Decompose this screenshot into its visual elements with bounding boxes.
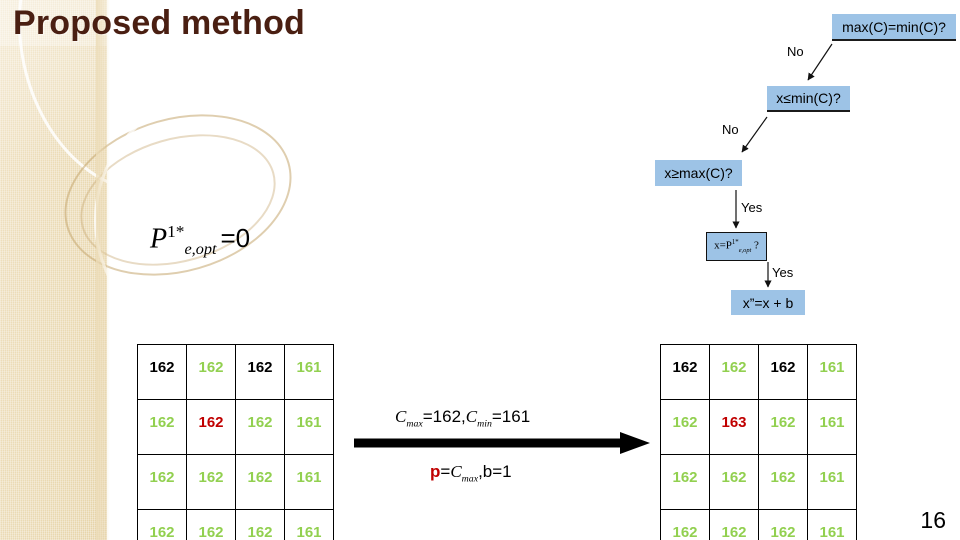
c-max-symbol: C — [395, 407, 407, 426]
table-cell: 162 — [709, 509, 759, 540]
table-row: 162 162 162 161 — [137, 454, 334, 510]
page-title: Proposed method — [13, 4, 306, 42]
table-cell: 162 — [660, 454, 710, 510]
flowchart-box-x-eq-popt-label: x=P1*e,opt ? — [714, 239, 759, 254]
left-math-equals: =0 — [220, 223, 251, 254]
flowchart-box-x-le-min[interactable]: x≤min(C)? — [767, 86, 850, 112]
flowchart-edge-label-no-1: No — [787, 44, 804, 59]
table-cell: 162 — [660, 509, 710, 540]
p-c-subscript: max — [461, 473, 479, 485]
transition-formula-bottom: p=Cmax,b=1 — [430, 462, 512, 484]
table-cell: 161 — [807, 399, 857, 455]
data-table-before-body: 162 162 162 161 162 162 162 161 162 162 162 161 162 1… — [137, 344, 334, 540]
table-row: 162 162 162 161 — [660, 454, 857, 510]
flowchart-box-max-min[interactable]: max(C)=min(C)? — [832, 14, 956, 41]
data-table-before: 162 162 162 161 162 162 162 161 162 162 162 161 162 1… — [137, 344, 334, 540]
table-cell: 162 — [758, 454, 808, 510]
left-math-symbol: P — [150, 223, 168, 255]
c-min-symbol: C — [465, 407, 478, 426]
table-cell: 162 — [186, 509, 236, 540]
flowchart-box-x-eq-popt[interactable]: x=P1*e,opt ? — [706, 232, 767, 261]
left-math-subscript: e,opt — [184, 239, 217, 258]
table-cell: 162 — [137, 509, 187, 540]
table-cell: 162 — [660, 399, 710, 455]
flowchart-box-max-min-label: max(C)=min(C)? — [842, 18, 946, 35]
table-cell: 162 — [137, 454, 187, 510]
table-cell: 162 — [137, 344, 187, 400]
table-cell: 162 — [235, 454, 285, 510]
flowchart-edge-label-yes-1: Yes — [741, 200, 763, 215]
table-cell: 161 — [807, 454, 857, 510]
p-c-symbol: C — [450, 462, 462, 481]
transition-arrow-icon — [354, 432, 650, 454]
flowchart-edge-label-yes-2: Yes — [772, 265, 794, 280]
decorative-arc-2 — [45, 89, 311, 301]
table-cell: 162 — [235, 509, 285, 540]
table-cell: 162 — [235, 399, 285, 455]
table-cell: 162 — [660, 344, 710, 400]
c-max-value: =162, — [422, 407, 466, 426]
decorative-band-fade — [96, 0, 110, 540]
c-min-subscript: min — [477, 418, 492, 430]
table-row: 162 162 162 161 — [137, 344, 334, 400]
p-symbol: p — [430, 462, 441, 481]
table-row: 162 162 162 161 — [660, 509, 857, 540]
left-math-label: P1*e,opt =0 — [150, 222, 250, 259]
table-cell: 161 — [807, 509, 857, 540]
table-cell: 161 — [284, 509, 334, 540]
decorative-arc-4 — [77, 75, 367, 365]
flowchart-box-x-prime-label: x”=x + b — [742, 294, 794, 311]
table-cell: 162 — [186, 344, 236, 400]
b-value: ,b=1 — [478, 462, 512, 481]
table-cell: 162 — [186, 399, 236, 455]
flowchart-box-x-ge-max[interactable]: x≥max(C)? — [655, 160, 742, 186]
slide-canvas: Proposed method P1*e,opt =0 max(C)=min(C)… — [0, 0, 960, 540]
left-math-superscript: 1* — [167, 222, 185, 241]
table-cell: 162 — [709, 454, 759, 510]
table-row: 162 162 162 161 — [660, 344, 857, 400]
table-cell: 162 — [758, 344, 808, 400]
flowchart-edge-label-no-2: No — [722, 122, 739, 137]
flowchart-box-x-prime[interactable]: x”=x + b — [731, 290, 805, 315]
c-min-value: =161 — [491, 407, 531, 426]
p-equals: = — [440, 462, 451, 481]
table-cell: 161 — [807, 344, 857, 400]
slide-number: 16 — [920, 507, 946, 533]
table-cell: 161 — [284, 454, 334, 510]
c-max-subscript: max — [406, 418, 423, 430]
transition-formula-top: Cmax=162,Cmin=161 — [395, 407, 530, 429]
table-cell: 162 — [709, 344, 759, 400]
table-cell: 162 — [758, 399, 808, 455]
data-table-after-body: 162 162 162 161 162 163 162 161 162 162 162 161 162 1… — [660, 344, 857, 540]
table-cell: 162 — [758, 509, 808, 540]
flowchart-box-x-ge-max-label: x≥max(C)? — [664, 165, 733, 181]
decorative-side-band — [0, 0, 367, 540]
table-cell: 162 — [235, 344, 285, 400]
data-table-after: 162 162 162 161 162 163 162 161 162 162 162 161 162 1… — [660, 344, 857, 540]
table-cell: 162 — [186, 454, 236, 510]
table-cell: 162 — [137, 399, 187, 455]
table-cell: 161 — [284, 399, 334, 455]
table-cell: 163 — [709, 399, 759, 455]
flowchart-box-x-le-min-label: x≤min(C)? — [776, 90, 841, 106]
table-row: 162 162 162 161 — [137, 399, 334, 455]
table-row: 162 163 162 161 — [660, 399, 857, 455]
table-row: 162 162 162 161 — [137, 509, 334, 540]
table-cell: 161 — [284, 344, 334, 400]
